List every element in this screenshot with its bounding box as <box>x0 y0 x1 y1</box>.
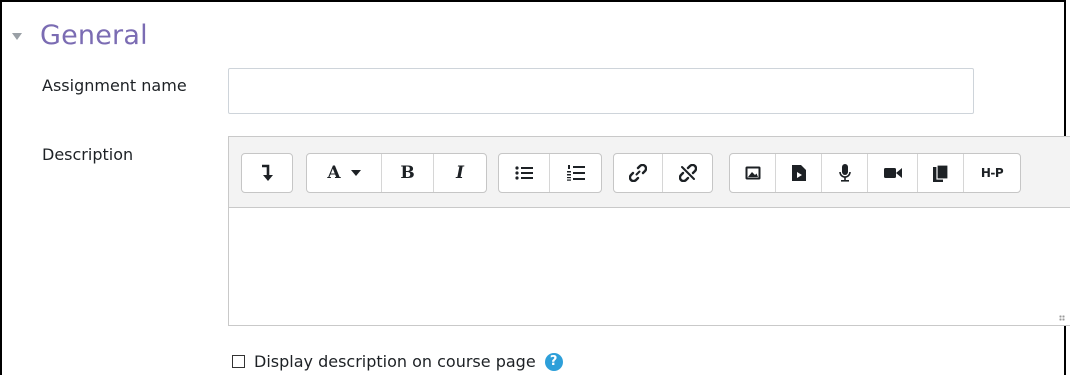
assignment-name-input[interactable] <box>228 68 974 114</box>
h5p-icon: H-P <box>980 166 1004 180</box>
insert-h5p-button[interactable]: H-P <box>964 154 1020 192</box>
help-icon[interactable]: ? <box>544 352 563 371</box>
unlink-button[interactable] <box>663 154 712 192</box>
record-audio-button[interactable] <box>822 154 868 192</box>
toolbar-group-style: A B I <box>306 153 487 193</box>
collapse-toolbar-button[interactable] <box>242 154 292 192</box>
font-style-icon: A <box>327 163 341 183</box>
form-container: General Assignment name Description A B … <box>0 0 1070 375</box>
editor-toolbar: A B I H-P <box>229 137 1070 208</box>
toolbar-group-collapse <box>241 153 293 193</box>
link-button[interactable] <box>614 154 663 192</box>
insert-image-button[interactable] <box>730 154 776 192</box>
collapse-caret-icon[interactable] <box>12 33 22 40</box>
italic-button[interactable]: I <box>434 154 486 192</box>
manage-files-icon <box>932 164 949 182</box>
collapse-toolbar-icon <box>262 164 273 181</box>
display-description-label[interactable]: Display description on course page <box>254 352 536 371</box>
section-header-general[interactable]: General <box>12 20 148 51</box>
description-editor[interactable]: A B I H-P <box>228 136 1070 326</box>
editor-content-area[interactable] <box>229 208 1070 325</box>
toolbar-group-links <box>613 153 713 193</box>
unordered-list-icon <box>515 166 533 180</box>
description-label: Description <box>42 145 134 164</box>
assignment-name-label: Assignment name <box>42 76 187 95</box>
toolbar-group-lists <box>498 153 602 193</box>
link-icon <box>629 164 647 182</box>
chevron-down-icon <box>350 170 361 176</box>
ordered-list-icon <box>566 165 585 181</box>
toolbar-group-media: H-P <box>729 153 1021 193</box>
media-icon <box>791 165 806 181</box>
italic-icon: I <box>456 163 464 183</box>
bold-icon: B <box>400 163 415 183</box>
record-video-button[interactable] <box>868 154 918 192</box>
display-description-checkbox[interactable] <box>232 355 245 368</box>
display-description-row: Display description on course page ? <box>232 352 563 371</box>
ordered-list-button[interactable] <box>550 154 601 192</box>
manage-files-button[interactable] <box>918 154 964 192</box>
bold-button[interactable]: B <box>382 154 434 192</box>
unlink-icon <box>678 164 697 182</box>
image-icon <box>745 166 760 180</box>
insert-media-button[interactable] <box>776 154 822 192</box>
font-style-button[interactable]: A <box>307 154 382 192</box>
unordered-list-button[interactable] <box>499 154 550 192</box>
section-title: General <box>40 20 148 51</box>
resize-handle-icon[interactable] <box>1059 315 1065 321</box>
video-icon <box>883 168 902 178</box>
microphone-icon <box>838 164 851 182</box>
